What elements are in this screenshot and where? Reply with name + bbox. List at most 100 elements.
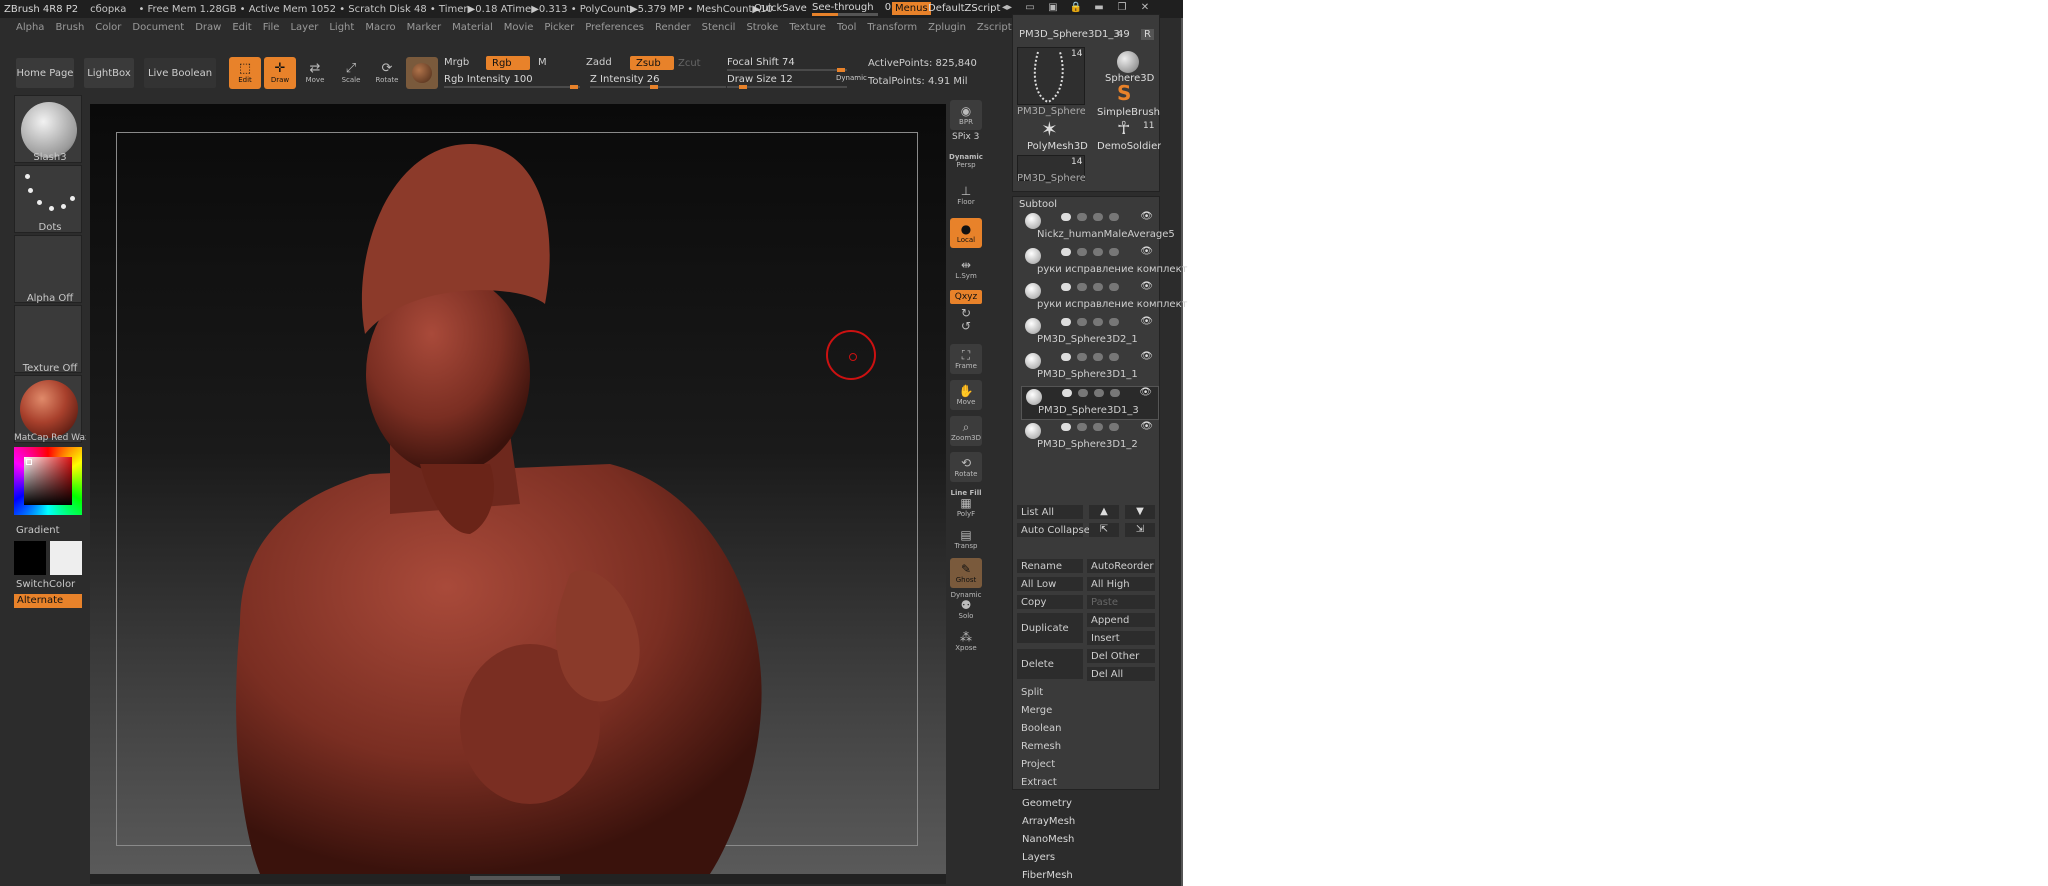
ghost-button[interactable]: ✎ Ghost bbox=[950, 558, 982, 588]
subtool-row[interactable]: 👁 руки исправление комплект bbox=[1021, 281, 1187, 315]
eye-icon[interactable]: 👁 bbox=[1140, 281, 1153, 292]
subtool-polypaint-toggle[interactable] bbox=[1061, 423, 1071, 431]
rgb-toggle[interactable]: Rgb bbox=[486, 56, 530, 70]
rotate-mode-button[interactable]: ⟳ Rotate bbox=[371, 57, 403, 89]
draw-mode-button[interactable]: ✛ Draw bbox=[264, 57, 296, 89]
menu-light[interactable]: Light bbox=[329, 22, 354, 33]
subtool-row[interactable]: 👁 PM3D_Sphere3D1_1 bbox=[1021, 351, 1159, 385]
edit-mode-button[interactable]: ⬚ Edit bbox=[229, 57, 261, 89]
focal-shift-knob[interactable] bbox=[837, 68, 845, 72]
menu-color[interactable]: Color bbox=[95, 22, 121, 33]
subpanel-layers[interactable]: Layers bbox=[1022, 852, 1055, 863]
xpose-button[interactable]: ⁂ Xpose bbox=[950, 626, 982, 656]
home-page-button[interactable]: Home Page bbox=[16, 58, 74, 88]
persp-button[interactable]: Dynamic Persp bbox=[949, 146, 983, 176]
local-button[interactable]: ● Local bbox=[950, 218, 982, 248]
subtool-extra-toggle[interactable] bbox=[1109, 423, 1119, 431]
subtool-extra-toggle[interactable] bbox=[1110, 389, 1120, 397]
all-high-button[interactable]: All High bbox=[1087, 577, 1155, 591]
palette-icon[interactable]: ▭ bbox=[1023, 2, 1037, 14]
m-toggle[interactable]: M bbox=[538, 57, 547, 68]
lsym-button[interactable]: ⇹ L.Sym bbox=[950, 254, 982, 284]
move-top-button[interactable]: ⇱ bbox=[1089, 523, 1119, 537]
eye-icon[interactable]: 👁 bbox=[1140, 316, 1153, 327]
z-intensity-slider[interactable]: Z Intensity 26 bbox=[590, 74, 726, 89]
rename-button[interactable]: Rename bbox=[1017, 559, 1083, 573]
subtool-polypaint-toggle[interactable] bbox=[1061, 213, 1071, 221]
color-picker[interactable] bbox=[14, 447, 82, 515]
menu-marker[interactable]: Marker bbox=[407, 22, 442, 33]
rgb-intensity-knob[interactable] bbox=[570, 85, 578, 89]
extract-subpanel[interactable]: Extract bbox=[1017, 775, 1157, 789]
subtool-row[interactable]: 👁 руки исправление комплект bbox=[1021, 246, 1187, 280]
subtool-extra-toggle[interactable] bbox=[1109, 213, 1119, 221]
move-view-button[interactable]: ✋ Move bbox=[950, 380, 982, 410]
menu-texture[interactable]: Texture bbox=[789, 22, 826, 33]
duplicate-button[interactable]: Duplicate bbox=[1017, 613, 1083, 643]
subpanel-fibermesh[interactable]: FiberMesh bbox=[1022, 870, 1073, 881]
del-other-button[interactable]: Del Other bbox=[1087, 649, 1155, 663]
eye-icon[interactable]: 👁 bbox=[1140, 211, 1153, 222]
solo-button[interactable]: Dynamic ⚉ Solo bbox=[950, 590, 982, 620]
rgb-intensity-slider[interactable]: Rgb Intensity 100 bbox=[444, 74, 580, 89]
merge-subpanel[interactable]: Merge bbox=[1017, 703, 1157, 717]
subpanel-arraymesh[interactable]: ArrayMesh bbox=[1022, 816, 1075, 827]
subtool-mode-toggle[interactable] bbox=[1093, 248, 1103, 256]
draw-size-slider[interactable]: Draw Size 12 bbox=[727, 74, 847, 89]
subtool-material-toggle[interactable] bbox=[1077, 423, 1087, 431]
menu-document[interactable]: Document bbox=[132, 22, 184, 33]
split-subpanel[interactable]: Split bbox=[1017, 685, 1157, 699]
zadd-toggle[interactable]: Zadd bbox=[586, 57, 612, 68]
move-down-button[interactable]: ▼ bbox=[1125, 505, 1155, 519]
move-mode-button[interactable]: ⇄ Move bbox=[299, 57, 331, 89]
subtool-mode-toggle[interactable] bbox=[1093, 318, 1103, 326]
gradient-toggle[interactable]: Gradient bbox=[14, 525, 86, 536]
rotation-axis-icons[interactable]: ↻ ↺ bbox=[950, 306, 982, 334]
close-icon[interactable]: ✕ bbox=[1138, 2, 1152, 14]
sculpt-bust-model[interactable] bbox=[90, 104, 946, 874]
subtool-material-toggle[interactable] bbox=[1078, 389, 1088, 397]
layout-arrows-icon[interactable]: ◂▸ bbox=[1000, 2, 1014, 14]
subtool-row[interactable]: 👁 PM3D_Sphere3D1_2 bbox=[1021, 421, 1159, 455]
subtool-material-toggle[interactable] bbox=[1077, 248, 1087, 256]
simplebrush-icon[interactable]: S bbox=[1117, 83, 1131, 103]
eye-icon[interactable]: 👁 bbox=[1140, 246, 1153, 257]
draw-size-knob[interactable] bbox=[739, 85, 747, 89]
secondary-color-swatch[interactable] bbox=[50, 541, 82, 575]
subtool-extra-toggle[interactable] bbox=[1109, 248, 1119, 256]
spix-slider[interactable]: SPix 3 bbox=[952, 132, 979, 142]
canvas-bottom-scroll[interactable] bbox=[90, 874, 946, 884]
menu-alpha[interactable]: Alpha bbox=[16, 22, 44, 33]
live-boolean-button[interactable]: Live Boolean bbox=[144, 58, 216, 88]
subtool-material-toggle[interactable] bbox=[1077, 283, 1087, 291]
material-swatch-button[interactable] bbox=[406, 57, 438, 89]
bpr-button[interactable]: ◉ BPR bbox=[950, 100, 982, 130]
default-zscript-button[interactable]: DefaultZScript bbox=[928, 3, 1000, 14]
append-button[interactable]: Append bbox=[1087, 613, 1155, 627]
current-tool-name[interactable]: PM3D_Sphere3D1_3. bbox=[1019, 29, 1123, 40]
remesh-subpanel[interactable]: Remesh bbox=[1017, 739, 1157, 753]
scroll-handle[interactable] bbox=[470, 876, 560, 880]
mrgb-toggle[interactable]: Mrgb bbox=[444, 57, 469, 68]
switchcolor-button[interactable]: SwitchColor bbox=[14, 579, 86, 590]
subtool-extra-toggle[interactable] bbox=[1109, 318, 1119, 326]
subtool-polypaint-toggle[interactable] bbox=[1061, 318, 1071, 326]
menu-picker[interactable]: Picker bbox=[544, 22, 574, 33]
subtool-polypaint-toggle[interactable] bbox=[1061, 353, 1071, 361]
zsub-toggle[interactable]: Zsub bbox=[630, 56, 674, 70]
restore-icon[interactable]: ❐ bbox=[1115, 2, 1129, 14]
subtool-extra-toggle[interactable] bbox=[1109, 353, 1119, 361]
see-through-slider[interactable]: See-through 0 bbox=[812, 2, 891, 16]
quicksave-button[interactable]: QuickSave bbox=[754, 3, 807, 14]
rotate-view-button[interactable]: ⟲ Rotate bbox=[950, 452, 982, 482]
menu-stencil[interactable]: Stencil bbox=[702, 22, 736, 33]
subtool-mode-toggle[interactable] bbox=[1094, 389, 1104, 397]
menu-stroke[interactable]: Stroke bbox=[746, 22, 778, 33]
z-intensity-knob[interactable] bbox=[650, 85, 658, 89]
subtool-mode-toggle[interactable] bbox=[1093, 353, 1103, 361]
delete-button[interactable]: Delete bbox=[1017, 649, 1083, 679]
subpanel-geometry[interactable]: Geometry bbox=[1022, 798, 1072, 809]
subtool-polypaint-toggle[interactable] bbox=[1061, 248, 1071, 256]
menu-brush[interactable]: Brush bbox=[55, 22, 84, 33]
subtool-material-toggle[interactable] bbox=[1077, 213, 1087, 221]
